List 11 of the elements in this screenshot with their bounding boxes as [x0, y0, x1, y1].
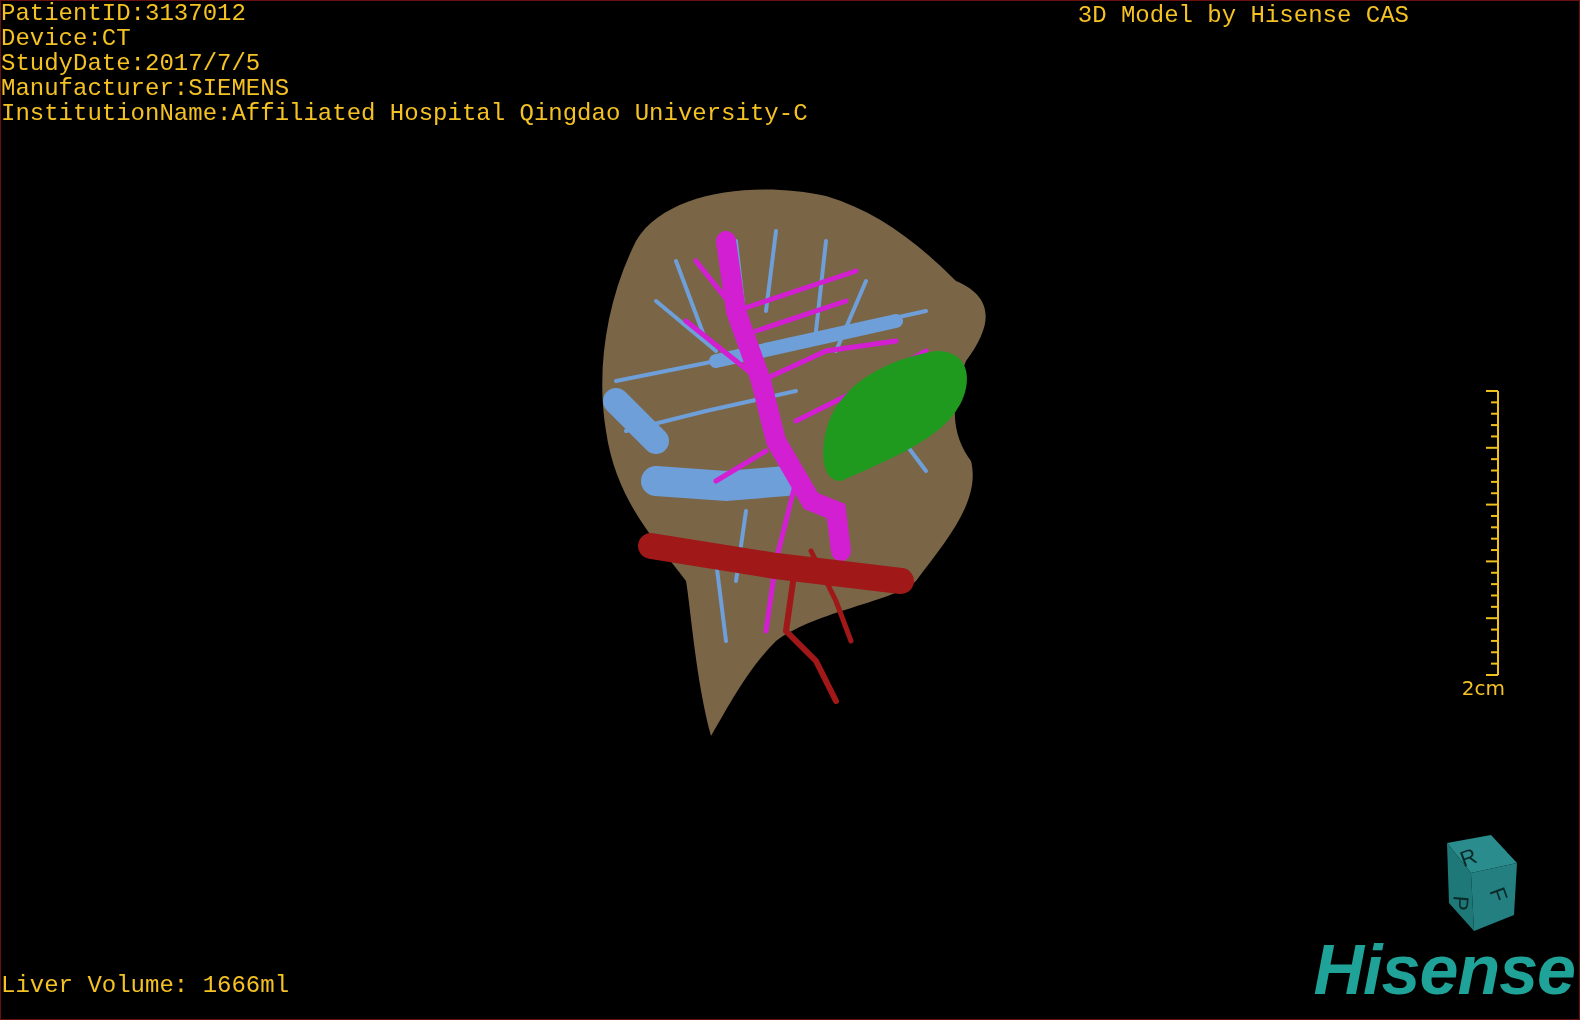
info-line: PatientID:3137012: [1, 1, 247, 26]
viewer-title: 3D Model by Hisense CAS: [1077, 1, 1409, 31]
info-line: InstitutionName:Affiliated Hospital Qingdao University-C: [1, 101, 808, 126]
orientation-cube[interactable]: R F P: [1419, 833, 1519, 933]
scale-ruler-icon: [1485, 390, 1499, 676]
info-line: Device:CT: [1, 26, 132, 51]
liver-volume-text: Liver Volume: 1666ml: [1, 971, 290, 1001]
scale-label: 2cm: [1461, 676, 1505, 700]
brand-logo: Hisense: [1313, 935, 1575, 1005]
info-line: StudyDate:2017/7/5: [1, 51, 262, 76]
info-line: Manufacturer:SIEMENS: [1, 76, 291, 101]
